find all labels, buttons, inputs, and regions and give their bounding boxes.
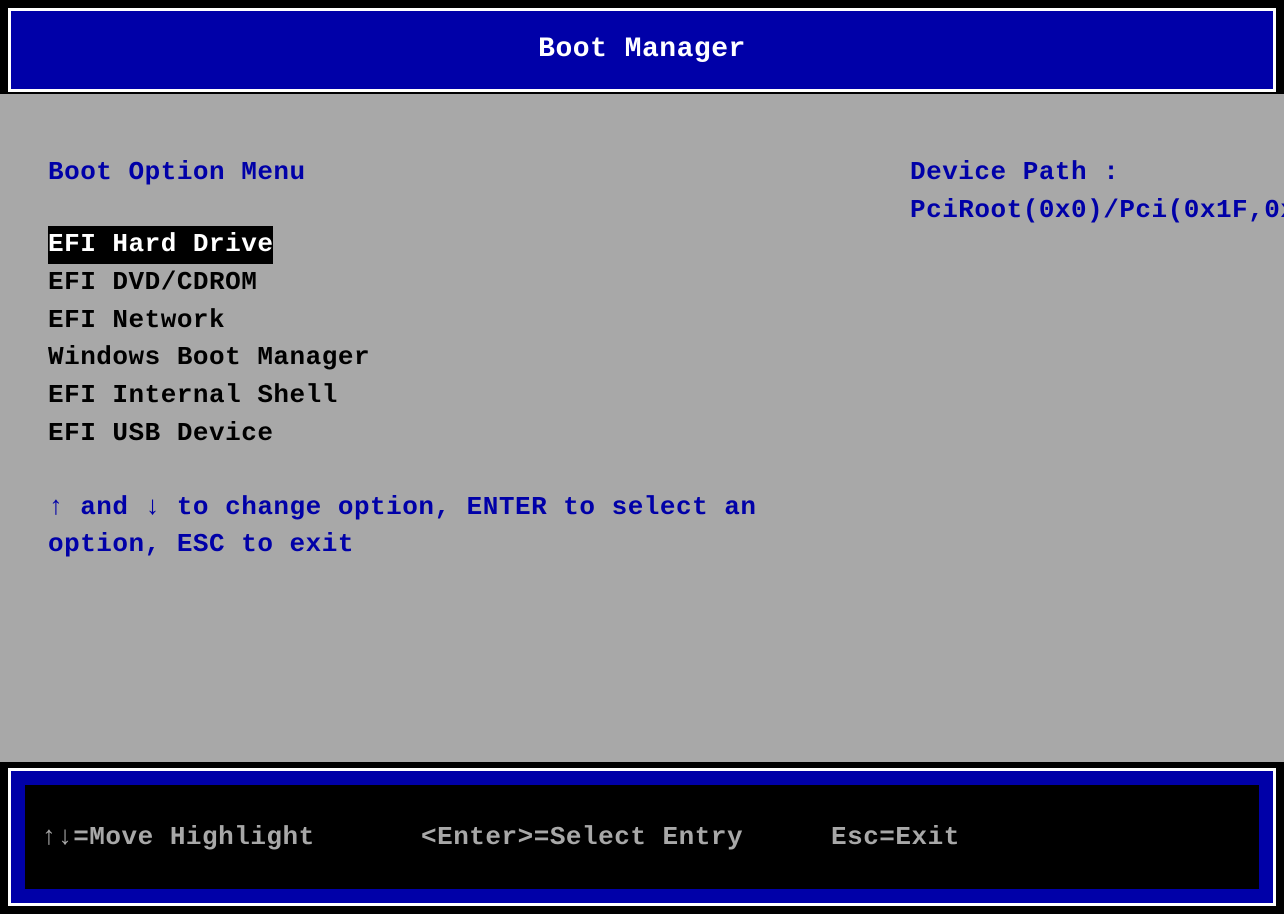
boot-option-efi-dvd-cdrom[interactable]: EFI DVD/CDROM: [48, 264, 257, 302]
side-info-panel: Device Path : PciRoot(0x0)/Pci(0x1F,0x2)…: [910, 94, 1264, 229]
boot-option-efi-internal-shell[interactable]: EFI Internal Shell: [48, 377, 338, 415]
help-exit: Esc=Exit: [831, 819, 960, 855]
footer-bar: ↑↓=Move Highlight <Enter>=Select Entry E…: [8, 768, 1276, 906]
device-path-value: PciRoot(0x0)/Pci(0x1F,0x2)/Sata(0x0,0x0,…: [910, 192, 1264, 230]
boot-option-efi-network[interactable]: EFI Network: [48, 302, 225, 340]
help-move-highlight: ↑↓=Move Highlight: [41, 819, 421, 855]
left-panel: Boot Option Menu EFI Hard Drive EFI DVD/…: [48, 94, 808, 564]
device-path-label: Device Path :: [910, 154, 1264, 192]
boot-option-list: EFI Hard Drive EFI DVD/CDROM EFI Network…: [48, 226, 808, 452]
boot-option-efi-hard-drive[interactable]: EFI Hard Drive: [48, 226, 273, 264]
help-select-entry: <Enter>=Select Entry: [421, 819, 831, 855]
boot-option-windows-boot-manager[interactable]: Windows Boot Manager: [48, 339, 370, 377]
boot-option-efi-usb-device[interactable]: EFI USB Device: [48, 415, 273, 453]
navigation-instructions: ↑ and ↓ to change option, ENTER to selec…: [48, 489, 768, 564]
page-title: Boot Manager: [538, 30, 746, 69]
footer-help-bar: ↑↓=Move Highlight <Enter>=Select Entry E…: [25, 785, 1259, 889]
menu-heading: Boot Option Menu: [48, 154, 808, 190]
header-bar: Boot Manager: [8, 8, 1276, 92]
main-panel: Boot Option Menu EFI Hard Drive EFI DVD/…: [0, 94, 1284, 762]
